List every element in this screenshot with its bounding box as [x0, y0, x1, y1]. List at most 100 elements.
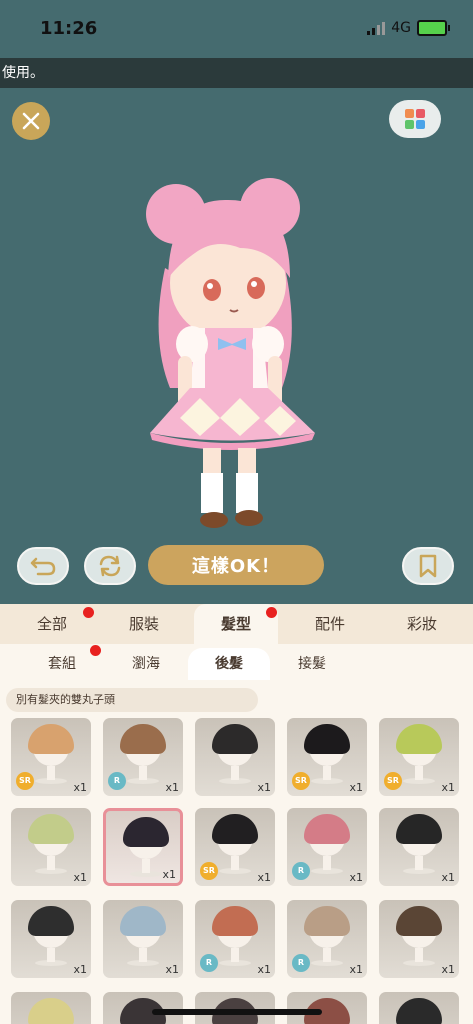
item-quantity: x1	[441, 781, 455, 794]
hair-item-card[interactable]: SR x1	[287, 718, 367, 796]
item-quantity: x1	[73, 781, 87, 794]
mannequin-neck	[323, 948, 331, 962]
hair-item-card[interactable]: x1	[379, 808, 459, 886]
hair-preview	[120, 906, 166, 936]
character-avatar	[146, 178, 315, 528]
close-icon	[22, 112, 40, 130]
hair-item-card[interactable]	[103, 992, 183, 1024]
hair-subtabs: 套組 瀏海 後髮 接髮	[0, 644, 473, 680]
hair-item-card[interactable]: x1	[379, 900, 459, 978]
item-grid: SR x1 Rx1 x1 SR x1 SR x1 x1 x1 SR x1 Rx1 x1 x1 x1 Rx1 Rx1…	[0, 716, 473, 1024]
hair-item-card[interactable]: SR x1	[195, 808, 275, 886]
mannequin-neck	[142, 859, 150, 873]
mannequin-neck	[323, 856, 331, 870]
mannequin-neck	[231, 856, 239, 870]
mannequin-neck	[47, 948, 55, 962]
hair-preview	[28, 724, 74, 754]
notification-dot	[90, 645, 101, 656]
signal-icon	[367, 21, 386, 35]
hair-item-card[interactable]	[195, 992, 275, 1024]
item-quantity: x1	[162, 868, 176, 881]
hair-preview	[396, 998, 442, 1024]
hair-item-card[interactable]: Rx1	[195, 900, 275, 978]
hair-preview	[212, 814, 258, 844]
hair-preview	[28, 814, 74, 844]
hair-preview	[396, 724, 442, 754]
hair-preview	[123, 817, 169, 847]
rarity-badge: R	[200, 954, 218, 972]
category-tabs: 全部 服裝 髮型 配件 彩妝	[0, 604, 473, 644]
mannequin-neck	[323, 766, 331, 780]
rarity-badge: R	[108, 772, 126, 790]
hair-item-card[interactable]: x1	[11, 808, 91, 886]
mannequin-neck	[139, 948, 147, 962]
character-stage	[0, 88, 473, 604]
hair-preview	[212, 724, 258, 754]
rarity-badge: SR	[16, 772, 34, 790]
hair-preview	[212, 906, 258, 936]
battery-icon	[417, 20, 450, 36]
undo-icon	[30, 557, 56, 576]
mannequin-neck	[47, 856, 55, 870]
reset-button[interactable]	[84, 547, 136, 585]
hair-item-card[interactable]	[11, 992, 91, 1024]
bookmark-button[interactable]	[402, 547, 454, 585]
mannequin-neck	[231, 766, 239, 780]
item-quantity: x1	[73, 963, 87, 976]
hair-preview	[120, 724, 166, 754]
item-quantity: x1	[165, 963, 179, 976]
undo-button[interactable]	[17, 547, 69, 585]
mannequin-neck	[415, 856, 423, 870]
rarity-badge: R	[292, 862, 310, 880]
hair-item-card[interactable]: SR x1	[11, 718, 91, 796]
rarity-badge: R	[292, 954, 310, 972]
hair-item-card[interactable]: Rx1	[287, 900, 367, 978]
hair-item-card[interactable]	[379, 992, 459, 1024]
mannequin-neck	[415, 948, 423, 962]
hair-preview	[304, 724, 350, 754]
hair-item-card[interactable]	[287, 992, 367, 1024]
color-palette-button[interactable]	[389, 100, 441, 138]
status-time: 11:26	[40, 18, 98, 39]
hair-preview	[304, 814, 350, 844]
hair-item-card[interactable]: x1	[103, 808, 183, 886]
subtab-back-hair[interactable]: 後髮	[188, 648, 270, 680]
status-right: 4G	[367, 20, 450, 36]
rarity-badge: SR	[384, 772, 402, 790]
item-quantity: x1	[257, 963, 271, 976]
hair-preview	[28, 906, 74, 936]
subtab-bangs[interactable]: 瀏海	[104, 648, 188, 680]
marquee-banner: 使用。	[0, 58, 473, 88]
confirm-ok-button[interactable]: 這樣OK！	[148, 545, 324, 585]
mannequin-neck	[415, 766, 423, 780]
hair-item-card[interactable]: x1	[11, 900, 91, 978]
selected-item-name: 別有髮夾的雙丸子頭	[6, 688, 258, 712]
bookmark-icon	[419, 554, 437, 578]
item-quantity: x1	[349, 963, 363, 976]
mannequin-neck	[139, 766, 147, 780]
hair-item-card[interactable]: Rx1	[103, 718, 183, 796]
close-button[interactable]	[12, 102, 50, 140]
item-quantity: x1	[349, 871, 363, 884]
hair-item-card[interactable]: Rx1	[287, 808, 367, 886]
item-quantity: x1	[441, 871, 455, 884]
hair-preview	[396, 814, 442, 844]
item-quantity: x1	[257, 871, 271, 884]
status-bar: 11:26 4G	[0, 0, 473, 58]
hair-item-card[interactable]: x1	[195, 718, 275, 796]
refresh-icon	[99, 555, 121, 577]
notification-dot	[83, 607, 94, 618]
subtab-hair-extension[interactable]: 接髮	[270, 648, 354, 680]
tab-clothing[interactable]: 服裝	[100, 604, 188, 644]
hair-item-card[interactable]: x1	[103, 900, 183, 978]
mannequin-neck	[47, 766, 55, 780]
network-label: 4G	[391, 20, 411, 36]
item-quantity: x1	[349, 781, 363, 794]
item-quantity: x1	[441, 963, 455, 976]
home-indicator	[152, 1009, 322, 1015]
tab-makeup[interactable]: 彩妝	[378, 604, 466, 644]
tab-accessories[interactable]: 配件	[286, 604, 374, 644]
hair-item-card[interactable]: SR x1	[379, 718, 459, 796]
item-quantity: x1	[165, 781, 179, 794]
hair-preview	[304, 906, 350, 936]
